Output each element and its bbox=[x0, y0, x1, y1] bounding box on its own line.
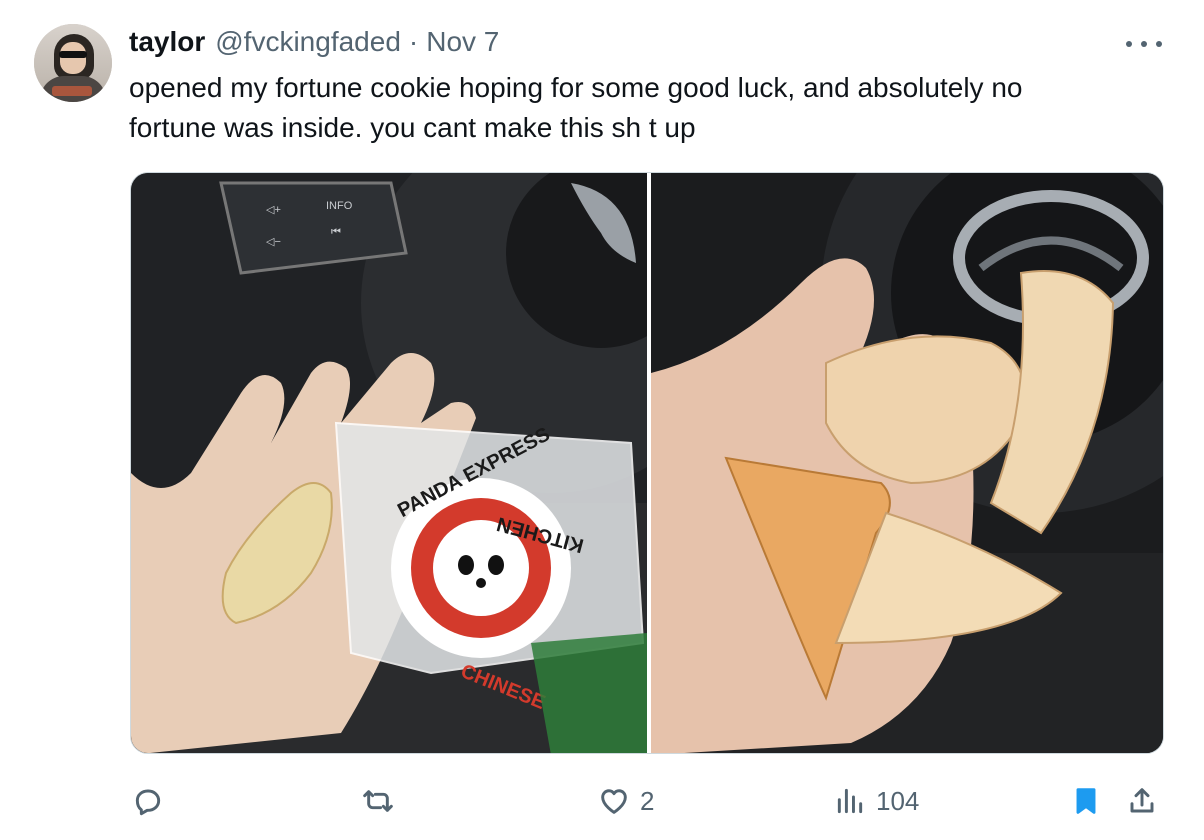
svg-text:⏮: ⏮ bbox=[331, 226, 341, 238]
views-count: 104 bbox=[876, 785, 920, 816]
reply-button[interactable] bbox=[132, 780, 174, 822]
share-icon bbox=[1130, 788, 1154, 813]
svg-text:◁+: ◁+ bbox=[266, 204, 281, 216]
more-options-icon[interactable] bbox=[1126, 34, 1162, 54]
bookmark-button[interactable] bbox=[1070, 780, 1102, 822]
display-name[interactable]: taylor bbox=[129, 26, 205, 58]
repost-button[interactable] bbox=[362, 780, 404, 822]
user-handle[interactable]: @fvckingfaded bbox=[215, 26, 401, 58]
tweet-header: taylor @fvckingfaded · Nov 7 bbox=[129, 26, 499, 60]
like-button[interactable]: 2 bbox=[598, 780, 654, 822]
repost-icon bbox=[363, 790, 393, 812]
svg-text:◁−: ◁− bbox=[266, 236, 281, 248]
views-button[interactable]: 104 bbox=[834, 780, 919, 822]
car-info-label: INFO bbox=[326, 200, 353, 212]
views-icon bbox=[837, 788, 863, 814]
like-count: 2 bbox=[640, 785, 655, 816]
avatar[interactable] bbox=[34, 24, 112, 102]
photo-broken-fortune-cookie[interactable] bbox=[651, 173, 1163, 753]
media-grid: ◁+ ◁− INFO ⏮ PANDA EXPRESS KITCHEN CHINE… bbox=[130, 172, 1164, 754]
header-separator: · bbox=[408, 26, 419, 57]
heart-icon bbox=[601, 789, 627, 814]
tweet-actions: 2 104 bbox=[130, 780, 1164, 822]
tweet-text: opened my fortune cookie hoping for some… bbox=[129, 72, 1023, 143]
share-button[interactable] bbox=[1126, 780, 1158, 822]
bookmark-icon bbox=[1076, 788, 1096, 814]
tweet[interactable]: taylor @fvckingfaded · Nov 7 opened my f… bbox=[0, 0, 1204, 840]
tweet-date[interactable]: Nov 7 bbox=[426, 26, 499, 58]
photo-hand-cookie-wrapper[interactable]: ◁+ ◁− INFO ⏮ PANDA EXPRESS KITCHEN CHINE… bbox=[131, 173, 647, 753]
reply-icon bbox=[135, 789, 161, 816]
